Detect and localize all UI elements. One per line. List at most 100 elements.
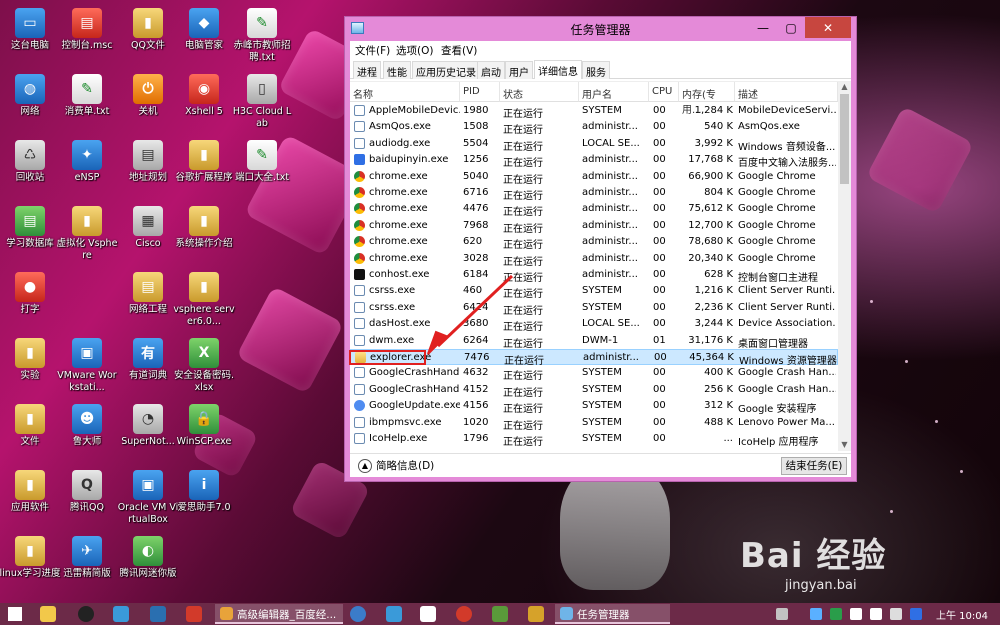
vertical-scrollbar[interactable]: ▲ ▼ — [838, 82, 851, 451]
process-row[interactable]: baidupinyin.exe 1256 正在运行 administr... 00 17,… — [350, 152, 838, 169]
scrollbar-thumb[interactable] — [840, 94, 849, 184]
tab-startup[interactable]: 启动 — [477, 61, 505, 79]
close-button[interactable]: ✕ — [805, 17, 851, 38]
desktop-icon[interactable]: ▤ 控制台.msc — [55, 4, 119, 70]
process-row[interactable]: GoogleCrashHandl...4152 正在运行 SYSTEM 00 256 K… — [350, 382, 838, 399]
desktop-icon[interactable]: ▤ 学习数据库 — [0, 202, 62, 268]
desktop-icon[interactable]: ▮ QQ文件 — [116, 4, 180, 70]
desktop-icon[interactable]: ☻ 鲁大师 — [55, 400, 119, 466]
desktop-icon[interactable]: ⏻ 关机 — [116, 70, 180, 136]
desktop-icon[interactable]: X 安全设备密码.xlsx — [172, 334, 236, 400]
desktop-icon[interactable]: ✎ 消费单.txt — [55, 70, 119, 136]
taskbar-app-task-manager[interactable]: 任务管理器 — [555, 604, 670, 624]
column-header-pid[interactable]: PID — [460, 82, 500, 102]
desktop-icon[interactable]: i 爱思助手7.0 — [172, 466, 236, 532]
desktop-icon[interactable]: ● 打字 — [0, 268, 62, 334]
chat-icon[interactable] — [350, 606, 366, 622]
process-row[interactable]: chrome.exe 4476 正在运行 administr... 00 75,612 K… — [350, 201, 838, 218]
desktop-icon[interactable]: ▮ 应用软件 — [0, 466, 62, 532]
process-row[interactable]: chrome.exe 7968 正在运行 administr... 00 12,700 K… — [350, 218, 838, 235]
desktop-icon[interactable]: ▣ Oracle VM VirtualBox — [116, 466, 180, 532]
windows-start-icon[interactable] — [8, 607, 22, 621]
minimize-button[interactable]: — — [749, 17, 777, 38]
process-row[interactable]: GoogleUpdate.exe 4156 正在运行 SYSTEM 00 312 K Goo… — [350, 398, 838, 415]
desktop-icon[interactable]: ◆ 电脑管家 — [172, 4, 236, 70]
tray-app-icon[interactable] — [810, 608, 822, 620]
menu-file[interactable]: 文件(F) — [355, 43, 390, 58]
desktop-icon[interactable]: ✎ 端口大全.txt — [230, 136, 294, 202]
desktop-icon[interactable]: ▮ 实验 — [0, 334, 62, 400]
taskbar-app-browser[interactable]: 高级编辑器_百度经... — [215, 604, 343, 624]
desktop-icon[interactable]: ▮ 文件 — [0, 400, 62, 466]
desktop-icon[interactable]: ◍ 网络 — [0, 70, 62, 136]
process-row[interactable]: GoogleCrashHandl...4632 正在运行 SYSTEM 00 400 K… — [350, 365, 838, 382]
tab-details[interactable]: 详细信息 — [534, 60, 582, 79]
tab-users[interactable]: 用户 — [505, 61, 533, 79]
green-app-icon[interactable] — [492, 606, 508, 622]
desktop-icon[interactable]: ▮ 谷歌扩展程序 — [172, 136, 236, 202]
qq-icon[interactable] — [78, 606, 94, 622]
qr-icon[interactable] — [420, 606, 436, 622]
tray-volume-icon[interactable] — [870, 608, 882, 620]
desktop-icon[interactable]: ▤ 网络工程 — [116, 268, 180, 334]
tray-ime-icon[interactable] — [910, 608, 922, 620]
desktop-icon[interactable]: 有有道词典 — [116, 334, 180, 400]
process-row[interactable]: chrome.exe 6716 正在运行 administr... 00 804 K Goo… — [350, 185, 838, 202]
desktop-icon[interactable]: ▣ VMware Workstati... — [55, 334, 119, 400]
tray-flag-icon[interactable] — [890, 608, 902, 620]
column-header-cpu[interactable]: CPU — [649, 82, 679, 102]
desktop-icon[interactable]: ▯ H3C Cloud Lab — [230, 70, 294, 136]
process-row[interactable]: audiodg.exe 5504 正在运行 LOCAL SE... 00 3,992 K W… — [350, 136, 838, 153]
less-details-button[interactable]: ▲ 简略信息(D) — [358, 458, 434, 473]
process-row[interactable]: ibmpmsvc.exe 1020 正在运行 SYSTEM 00 488 K Lenovo … — [350, 415, 838, 432]
desktop-icon[interactable]: ◐ 腾讯网迷你版 — [116, 532, 180, 598]
menu-view[interactable]: 查看(V) — [441, 43, 477, 58]
desktop-icon[interactable]: ✦ eNSP — [55, 136, 119, 202]
desktop-icon[interactable]: ▮ vsphere server6.0... — [172, 268, 236, 334]
tab-processes[interactable]: 进程 — [353, 61, 381, 79]
tray-network-icon[interactable] — [850, 608, 862, 620]
end-task-button[interactable]: 结束任务(E) — [781, 457, 847, 475]
desktop-icon[interactable]: ✈ 迅雷精简版 — [55, 532, 119, 598]
title-bar[interactable]: 任务管理器 — ▢ ✕ — [345, 17, 856, 41]
taskbar-clock[interactable]: 上午 10:04 — [936, 607, 988, 622]
desktop-icon[interactable]: ▤ 地址规划 — [116, 136, 180, 202]
file-explorer-icon[interactable] — [40, 606, 56, 622]
column-header-name[interactable]: 名称 — [350, 82, 460, 102]
desktop-icon[interactable]: ▮ 虚拟化 Vsphere — [55, 202, 119, 268]
desktop-icon[interactable]: ▦ Cisco — [116, 202, 180, 268]
tab-services[interactable]: 服务 — [582, 61, 610, 79]
desktop-icon[interactable]: ♺ 回收站 — [0, 136, 62, 202]
column-header-status[interactable]: 状态 — [500, 82, 579, 102]
process-row[interactable]: IcoHelp.exe 1796 正在运行 SYSTEM 00... IcoHelp 应用… — [350, 431, 838, 448]
desktop-icon[interactable]: ▮ 系统操作介绍 — [172, 202, 236, 268]
toolbox-icon[interactable] — [186, 606, 202, 622]
process-row[interactable]: AppleMobileDevic... 1980 正在运行 SYSTEM 00 1,284… — [350, 103, 838, 120]
column-header-memory[interactable]: 内存(专用... — [679, 82, 735, 116]
pinned-app-icon[interactable] — [113, 606, 129, 622]
scroll-down-icon[interactable]: ▼ — [838, 440, 851, 451]
desktop-icon[interactable]: Q 腾讯QQ — [55, 466, 119, 532]
desktop-icon[interactable]: ◉ Xshell 5 — [172, 70, 236, 136]
process-row[interactable]: AsmQos.exe 1508 正在运行 administr... 00 540 K Asm… — [350, 119, 838, 136]
folder-app-icon[interactable] — [528, 606, 544, 622]
menu-options[interactable]: 选项(O) — [396, 43, 433, 58]
maximize-button[interactable]: ▢ — [777, 17, 805, 38]
tab-performance[interactable]: 性能 — [383, 61, 411, 79]
process-row[interactable]: chrome.exe 620 正在运行 administr... 00 78,680 K G… — [350, 234, 838, 251]
desktop-icon[interactable]: ✎ 赤峰市教师招聘.txt — [230, 4, 294, 70]
calendar-icon[interactable] — [150, 606, 166, 622]
process-row[interactable]: chrome.exe 5040 正在运行 administr... 00 66,900 K… — [350, 169, 838, 186]
process-row[interactable]: chrome.exe 3028 正在运行 administr... 00 20,340 K… — [350, 251, 838, 268]
desktop-icon[interactable]: ◔ SuperNot... — [116, 400, 180, 466]
record-icon[interactable] — [456, 606, 472, 622]
column-header-username[interactable]: 用户名 — [579, 82, 649, 102]
tab-app-history[interactable]: 应用历史记录 — [412, 61, 480, 79]
scroll-up-icon[interactable]: ▲ — [838, 82, 851, 94]
app-icon[interactable] — [386, 606, 402, 622]
tray-keyboard-icon[interactable] — [776, 608, 788, 620]
column-header-description[interactable]: 描述 — [735, 82, 838, 102]
desktop-icon[interactable]: ▭ 这台电脑 — [0, 4, 62, 70]
desktop-icon[interactable]: 🔒 WinSCP.exe — [172, 400, 236, 466]
desktop-icon[interactable]: ▮ linux学习进度 — [0, 532, 62, 598]
